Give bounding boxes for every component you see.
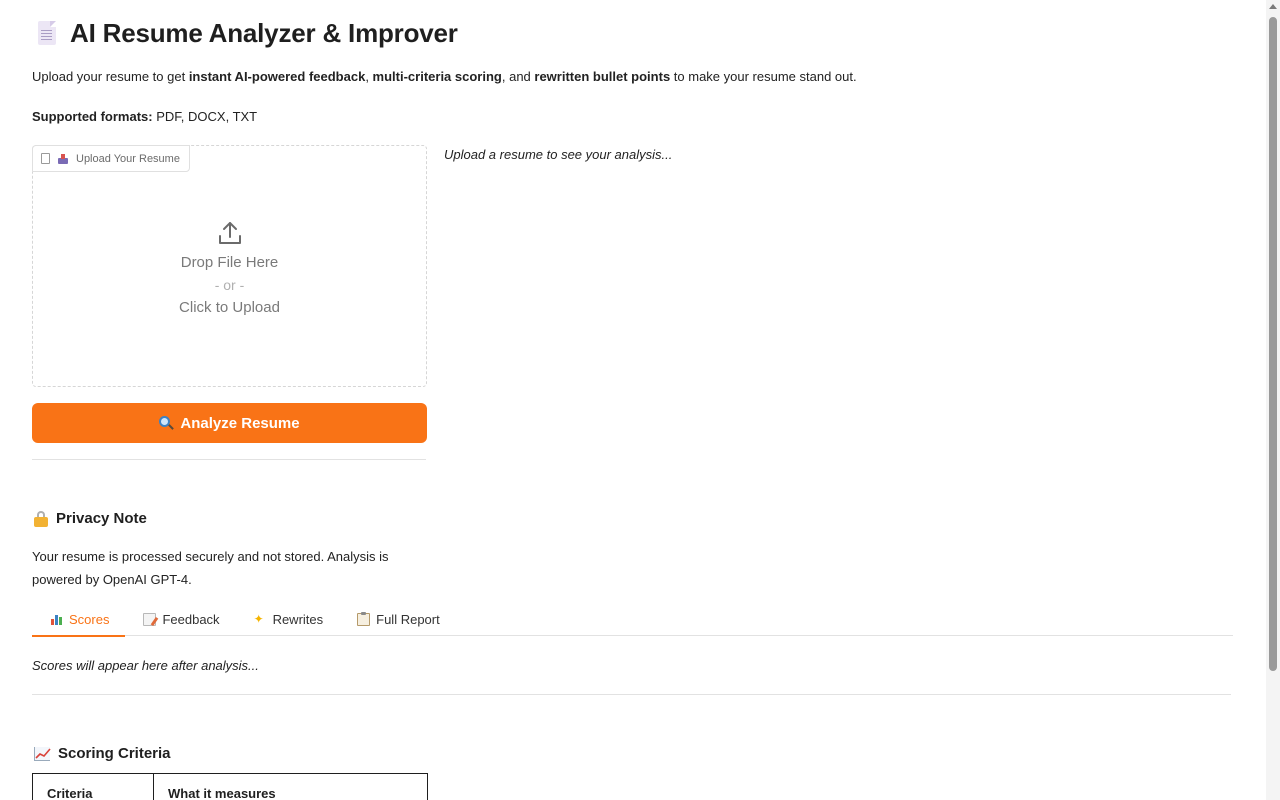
sparkles-icon: ✦: [253, 612, 264, 626]
tab-full-report[interactable]: Full Report: [339, 603, 456, 636]
intro-text: Upload your resume to get instant AI-pow…: [32, 69, 857, 84]
page-facing-up-icon: [36, 20, 58, 47]
clipboard-icon: [357, 612, 371, 626]
drop-file-text: Drop File Here: [180, 254, 279, 271]
scores-placeholder: Scores will appear here after analysis..…: [32, 658, 259, 673]
analyze-resume-label: Analyze Resume: [180, 414, 300, 432]
intro-bold-rewrites: rewritten bullet points: [534, 69, 671, 84]
memo-icon: [143, 613, 159, 627]
upload-label: Upload Your Resume: [76, 152, 180, 165]
criteria-table: Criteria What it measures: [32, 773, 428, 800]
formats-value: PDF, DOCX, TXT: [152, 109, 258, 124]
page-scrollbar[interactable]: [1266, 0, 1280, 800]
supported-formats: Supported formats: PDF, DOCX, TXT: [32, 109, 257, 124]
intro-prefix: Upload your resume to get: [32, 69, 189, 84]
page-title: AI Resume Analyzer & Improver: [70, 18, 458, 48]
privacy-text: Your resume is processed securely and no…: [32, 549, 389, 587]
intro-bold-feedback: instant AI-powered feedback: [188, 69, 366, 84]
tab-rewrites-label: Rewrites: [272, 612, 324, 627]
privacy-heading-label: Privacy Note: [56, 510, 147, 527]
scoring-criteria-heading: Scoring Criteria: [34, 745, 171, 762]
analyze-resume-button[interactable]: Analyze Resume: [32, 403, 427, 443]
tab-rewrites[interactable]: ✦ Rewrites: [236, 603, 340, 636]
analysis-output-placeholder: Upload a resume to see your analysis...: [444, 147, 673, 162]
scoring-criteria-label: Scoring Criteria: [58, 745, 171, 762]
or-separator-text: - or -: [214, 277, 245, 293]
app-page: AI Resume Analyzer & Improver Upload you…: [0, 0, 1266, 800]
criteria-column-header: Criteria: [33, 774, 154, 800]
intro-suffix: to make your resume stand out.: [670, 69, 857, 84]
privacy-heading: Privacy Note: [34, 510, 147, 527]
magnifying-glass-icon: [159, 415, 175, 431]
what-it-measures-column-header: What it measures: [168, 786, 276, 800]
click-to-upload-text[interactable]: Click to Upload: [33, 299, 426, 316]
upload-label-tab: Upload Your Resume: [32, 145, 190, 172]
resume-upload-dropzone[interactable]: Upload Your Resume Drop File Here - or -…: [32, 145, 427, 387]
chart-increasing-icon: [34, 746, 51, 761]
intro-sep-2: , and: [501, 69, 535, 84]
drop-area[interactable]: Drop File Here - or - Click to Upload: [33, 206, 426, 316]
scrollbar-thumb[interactable]: [1269, 17, 1277, 671]
results-tabs: Scores Feedback ✦ Rewrites Full Report: [32, 603, 1233, 637]
divider: [32, 694, 1231, 695]
upload-icon: [218, 222, 241, 244]
tab-scores[interactable]: Scores: [32, 603, 126, 637]
title-row: AI Resume Analyzer & Improver: [36, 18, 458, 49]
inbox-tray-icon: [58, 153, 68, 164]
lock-icon: [34, 510, 48, 527]
bar-chart-icon: [50, 613, 63, 626]
scroll-up-arrow-icon[interactable]: [1269, 4, 1277, 9]
file-icon: [41, 153, 50, 164]
tab-feedback[interactable]: Feedback: [125, 603, 235, 636]
formats-label: Supported formats:: [32, 109, 153, 124]
intro-sep-1: ,: [365, 69, 373, 84]
tab-scores-label: Scores: [69, 612, 110, 627]
intro-bold-scoring: multi-criteria scoring: [372, 69, 502, 84]
tab-feedback-label: Feedback: [162, 612, 220, 627]
tab-full-report-label: Full Report: [376, 612, 440, 627]
divider: [32, 459, 426, 460]
